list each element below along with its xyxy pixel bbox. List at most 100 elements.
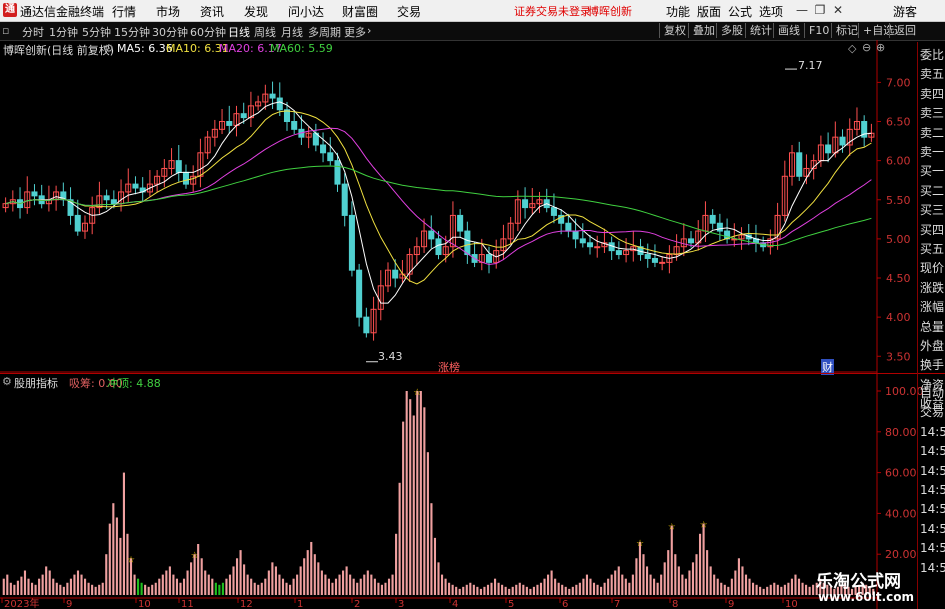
minimize-icon[interactable]: — <box>794 2 810 18</box>
price-tick-label: 5.50 <box>886 194 911 207</box>
candle-body <box>327 152 334 162</box>
menu-zixun[interactable]: 资讯 <box>200 3 224 20</box>
zoom-in-icon[interactable]: ⊕ <box>876 41 885 54</box>
period-multi[interactable]: 多周期 <box>308 24 341 40</box>
indicator-bar <box>66 582 69 595</box>
menu-faxian[interactable]: 发现 <box>244 3 268 20</box>
menu-caifuquan[interactable]: 财富圈 <box>342 3 378 20</box>
toolbar-handle-icon[interactable]: ▫ <box>2 24 9 37</box>
indicator-bar <box>119 537 122 595</box>
indicator-bar <box>168 566 171 595</box>
indicator-bar <box>525 586 528 595</box>
indicator-bar <box>2 578 5 595</box>
indicator-bar <box>812 584 815 595</box>
period-more[interactable]: 更多 <box>344 24 366 40</box>
kline-chart[interactable]: 7.00 6.50 6.00 5.50 5.00 4.50 4.00 3.50 博晖创新(日线… <box>0 40 945 375</box>
btn-f10[interactable]: F10 <box>804 23 829 38</box>
indicator-bar <box>9 582 12 595</box>
btn-tongji[interactable]: 统计 <box>745 23 772 38</box>
btn-fuquan[interactable]: 复权 <box>659 23 686 38</box>
chevron-right-icon[interactable]: › <box>367 24 371 37</box>
btn-duogu[interactable]: 多股 <box>716 23 743 38</box>
current-stock-name: 博晖创新 <box>588 5 632 18</box>
period-month[interactable]: 月线 <box>281 24 303 40</box>
kline-svg[interactable]: 7.00 6.50 6.00 5.50 5.00 4.50 4.00 3.50 <box>0 40 945 373</box>
indicator-bar <box>621 574 624 595</box>
indicator-bar <box>426 452 429 595</box>
indicator-bar <box>656 582 659 595</box>
period-week[interactable]: 周线 <box>254 24 276 40</box>
indicator-bar <box>642 554 645 595</box>
menu-jiaoyi[interactable]: 交易 <box>397 3 421 20</box>
indicator-bar <box>377 582 380 595</box>
quote-label-1: 卖五 <box>920 67 945 82</box>
zoom-out-icon[interactable]: ⊖ <box>862 41 871 54</box>
menu-xuanxiang[interactable]: 选项 <box>759 3 783 20</box>
indicator-bar <box>688 570 691 595</box>
btn-back[interactable]: 返回 <box>889 23 916 38</box>
indicator-bar <box>773 582 776 595</box>
menu-gongshi[interactable]: 公式 <box>728 3 752 20</box>
candle-body <box>334 160 341 185</box>
menu-shichang[interactable]: 市场 <box>156 3 180 20</box>
quote-label-3: 卖三 <box>920 106 945 121</box>
indicator-bar <box>667 550 670 595</box>
indicator-bar <box>497 582 500 595</box>
period-30min[interactable]: 30分钟 <box>152 24 188 40</box>
candle-body <box>74 214 81 232</box>
menu-hangqing[interactable]: 行情 <box>112 3 136 20</box>
indicator-settings-icon[interactable]: ⚙ <box>2 375 12 388</box>
indicator-svg[interactable]: 100.0080.0060.0040.0020.00☆ ☆☆☆☆ ☆2023年 9 10… <box>0 373 945 609</box>
indicator-bar <box>370 574 373 595</box>
low-price-marker: 3.43 <box>378 350 403 363</box>
login-status[interactable]: 证券交易未登录 <box>514 3 591 19</box>
indicator-bar <box>338 574 341 595</box>
indicator-bar <box>550 570 553 595</box>
indicator-bar <box>607 578 610 595</box>
indicator-bar <box>158 578 161 595</box>
price-tick-label: 4.00 <box>886 311 911 324</box>
indicator-bar <box>543 578 546 595</box>
candle-body <box>572 230 579 240</box>
indicator-bar <box>356 582 359 595</box>
indicator-bar <box>759 586 762 595</box>
period-1min[interactable]: 1分钟 <box>49 24 78 40</box>
diamond-icon[interactable]: ◇ <box>848 42 856 55</box>
period-5min[interactable]: 5分钟 <box>82 24 111 40</box>
candle-body <box>615 250 622 256</box>
date-label: 11 <box>181 599 194 609</box>
indicator-bar <box>490 582 493 595</box>
guest-user[interactable]: 游客 <box>893 3 917 20</box>
indicator-bar <box>737 558 740 595</box>
indicator-bar <box>649 574 652 595</box>
period-60min[interactable]: 60分钟 <box>190 24 226 40</box>
indicator-chart[interactable]: 100.00 80.00 60.00 40.00 20.00 ☆ ☆ ☆ ☆ ☆ ☆ 2023年 9 10… <box>0 373 945 609</box>
date-label: 8 <box>672 599 678 609</box>
period-15min[interactable]: 15分钟 <box>114 24 150 40</box>
indicator-bar <box>776 584 779 595</box>
indicator-bar <box>292 578 295 595</box>
indicator-bar <box>755 584 758 595</box>
btn-huaxian[interactable]: 画线 <box>773 23 800 38</box>
restore-icon[interactable]: ❐ <box>812 2 828 18</box>
indicator-bar <box>73 574 76 595</box>
period-day[interactable]: 日线 <box>228 24 250 40</box>
period-fenshi[interactable]: 分时 <box>22 24 44 40</box>
btn-diejia[interactable]: 叠加 <box>688 23 715 38</box>
menu-gongneng[interactable]: 功能 <box>666 3 690 20</box>
indicator-bar <box>801 582 804 595</box>
indicator-bar <box>324 574 327 595</box>
quote-label-9: 买四 <box>920 222 945 237</box>
indicator-bar <box>285 582 288 595</box>
settings-gear-icon[interactable]: ⚙ <box>104 42 114 55</box>
close-icon[interactable]: ✕ <box>830 2 846 18</box>
indicator-bar <box>412 415 415 595</box>
candle-body <box>182 171 190 185</box>
candle-body <box>276 97 283 111</box>
indicator-bar <box>228 574 232 595</box>
indicator-bar <box>462 586 465 595</box>
menu-banmian[interactable]: 版面 <box>697 3 721 20</box>
menu-wenxiaoda[interactable]: 问小达 <box>288 3 324 20</box>
indicator-bar <box>137 578 140 595</box>
btn-biaoji[interactable]: 标记 <box>831 23 858 38</box>
